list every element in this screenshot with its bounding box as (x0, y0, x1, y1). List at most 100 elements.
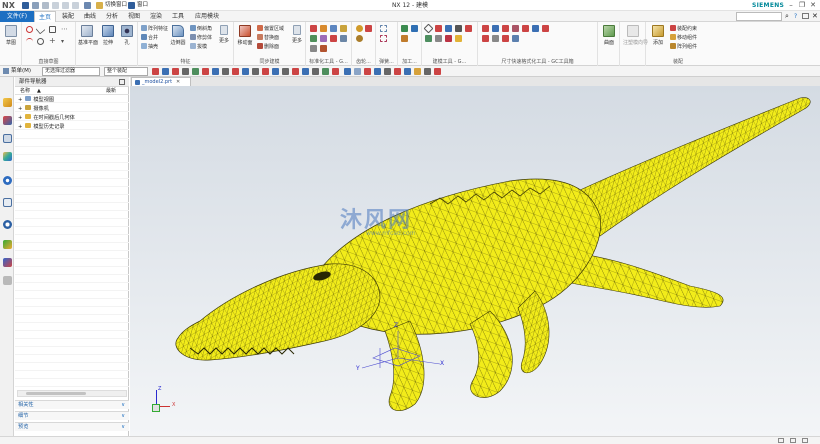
arc-icon[interactable] (26, 38, 33, 45)
modeling-tool-icon[interactable] (425, 35, 432, 42)
snap-icon[interactable] (152, 68, 159, 75)
profile-icon[interactable] (26, 26, 33, 33)
modeling-tool-icon[interactable] (455, 35, 462, 42)
dimension-icon[interactable] (542, 25, 549, 32)
modeling-tool-icon[interactable] (423, 23, 434, 34)
snap-icon[interactable] (242, 68, 249, 75)
edge-blend-button[interactable]: 边倒圆 (169, 25, 187, 46)
machining-icon[interactable] (401, 35, 408, 42)
paste-icon[interactable] (72, 2, 79, 9)
roles-icon[interactable] (3, 258, 12, 267)
gear-icon[interactable] (356, 25, 363, 32)
point-icon[interactable]: + (49, 37, 56, 45)
dimension-icon[interactable] (522, 25, 529, 32)
gc-tool-icon[interactable] (330, 35, 337, 42)
modeling-tool-icon[interactable] (455, 25, 462, 32)
scrollbar-thumb[interactable] (26, 392, 86, 395)
redo-icon[interactable] (42, 2, 49, 9)
history-icon[interactable] (3, 198, 12, 207)
dropdown-icon[interactable]: ▾ (61, 38, 68, 45)
hole-button[interactable]: 孔 (118, 25, 136, 46)
datum-plane-button[interactable]: 基准平面 (78, 25, 98, 46)
menu-button[interactable]: 菜单(M) (11, 66, 31, 77)
panel-preview[interactable]: 预览 ∨ (15, 422, 129, 431)
snap-icon[interactable] (282, 68, 289, 75)
dimension-icon[interactable] (482, 35, 489, 42)
modeling-tool-icon[interactable] (435, 35, 442, 42)
tab-file[interactable]: 文件(F) (0, 11, 34, 22)
gc-tool-icon[interactable] (340, 25, 347, 32)
graphics-window[interactable]: 沐风网 www.mfcad.com X Y Z Z X (130, 86, 820, 436)
add-component-button[interactable]: 添加 (649, 25, 667, 46)
view-icon[interactable] (364, 68, 371, 75)
gc-tool-icon[interactable] (320, 35, 327, 42)
search-icon[interactable]: ⌕ (785, 12, 789, 21)
tab-tools[interactable]: 工具 (168, 11, 188, 22)
tree-item-cameras[interactable]: + 摄像机 (18, 105, 49, 113)
snap-icon[interactable] (222, 68, 229, 75)
cut-icon[interactable] (52, 2, 59, 9)
dimension-icon[interactable] (492, 25, 499, 32)
selection-scope-select[interactable]: 整个装配 (104, 67, 148, 76)
pattern-component-button[interactable]: 阵列组件 (670, 43, 697, 50)
machining-icon[interactable] (401, 25, 408, 32)
status-icon[interactable] (778, 438, 784, 443)
view-icon[interactable] (424, 68, 431, 75)
ribbon-restore-icon[interactable] (802, 13, 809, 19)
view-icon[interactable] (414, 68, 421, 75)
status-icon[interactable] (790, 438, 796, 443)
tab-curve[interactable]: 曲线 (80, 11, 100, 22)
gear-tool-icon[interactable] (365, 25, 372, 32)
gc-tool-icon[interactable] (310, 35, 317, 42)
snap-icon[interactable] (332, 68, 339, 75)
view-icon[interactable] (404, 68, 411, 75)
machining-icon[interactable] (411, 25, 418, 32)
unite-button[interactable]: 合并 (141, 34, 158, 41)
sketch-button[interactable]: 草图 (2, 25, 20, 46)
status-icon[interactable] (802, 438, 808, 443)
trim-body-button[interactable]: 修剪体 (190, 34, 212, 41)
tab-close-icon[interactable]: ✕ (176, 78, 180, 86)
spring-icon[interactable] (380, 25, 387, 32)
panel-maximize-icon[interactable] (119, 79, 125, 85)
snap-icon[interactable] (162, 68, 169, 75)
tab-assembly[interactable]: 装配 (58, 11, 78, 22)
save-icon[interactable] (22, 2, 29, 9)
move-face-button[interactable]: 移动面 (236, 25, 254, 46)
dimension-icon[interactable] (492, 35, 499, 42)
column-latest[interactable]: 最新 (106, 87, 116, 95)
dimension-icon[interactable] (512, 35, 519, 42)
window-icon[interactable] (128, 2, 135, 9)
modeling-tool-icon[interactable] (435, 25, 442, 32)
spring-icon[interactable] (380, 35, 387, 42)
snap-icon[interactable] (312, 68, 319, 75)
snap-icon[interactable] (322, 68, 329, 75)
model-canvas[interactable] (130, 86, 820, 436)
assembly-constraints-button[interactable]: 装配约束 (670, 25, 697, 32)
snap-icon[interactable] (232, 68, 239, 75)
snap-icon[interactable] (252, 68, 259, 75)
clock-icon[interactable] (3, 220, 12, 229)
tab-home[interactable]: 主页 (34, 11, 56, 22)
snap-icon[interactable] (272, 68, 279, 75)
minimize-icon[interactable]: – (786, 0, 796, 11)
sort-ascending-icon[interactable]: ▲ (37, 87, 41, 95)
view-icon[interactable] (394, 68, 401, 75)
constraint-navigator-icon[interactable] (3, 116, 12, 125)
snap-icon[interactable] (182, 68, 189, 75)
snap-icon[interactable] (202, 68, 209, 75)
dimension-icon[interactable] (482, 25, 489, 32)
view-icon[interactable] (344, 68, 351, 75)
view-icon[interactable] (374, 68, 381, 75)
more-curve-icon[interactable]: ⋯ (61, 26, 68, 33)
reuse-library-icon[interactable] (3, 152, 12, 161)
snap-icon[interactable] (302, 68, 309, 75)
view-icon[interactable] (354, 68, 361, 75)
tab-render[interactable]: 渲染 (146, 11, 166, 22)
pattern-feature-button[interactable]: 阵列特征 (141, 25, 168, 32)
snap-icon[interactable] (192, 68, 199, 75)
part-navigator-icon[interactable] (3, 134, 12, 143)
web-browser-icon[interactable] (3, 176, 12, 185)
line-icon[interactable] (35, 24, 46, 35)
mold-wizard-button[interactable]: 注塑模向导 (623, 25, 648, 46)
